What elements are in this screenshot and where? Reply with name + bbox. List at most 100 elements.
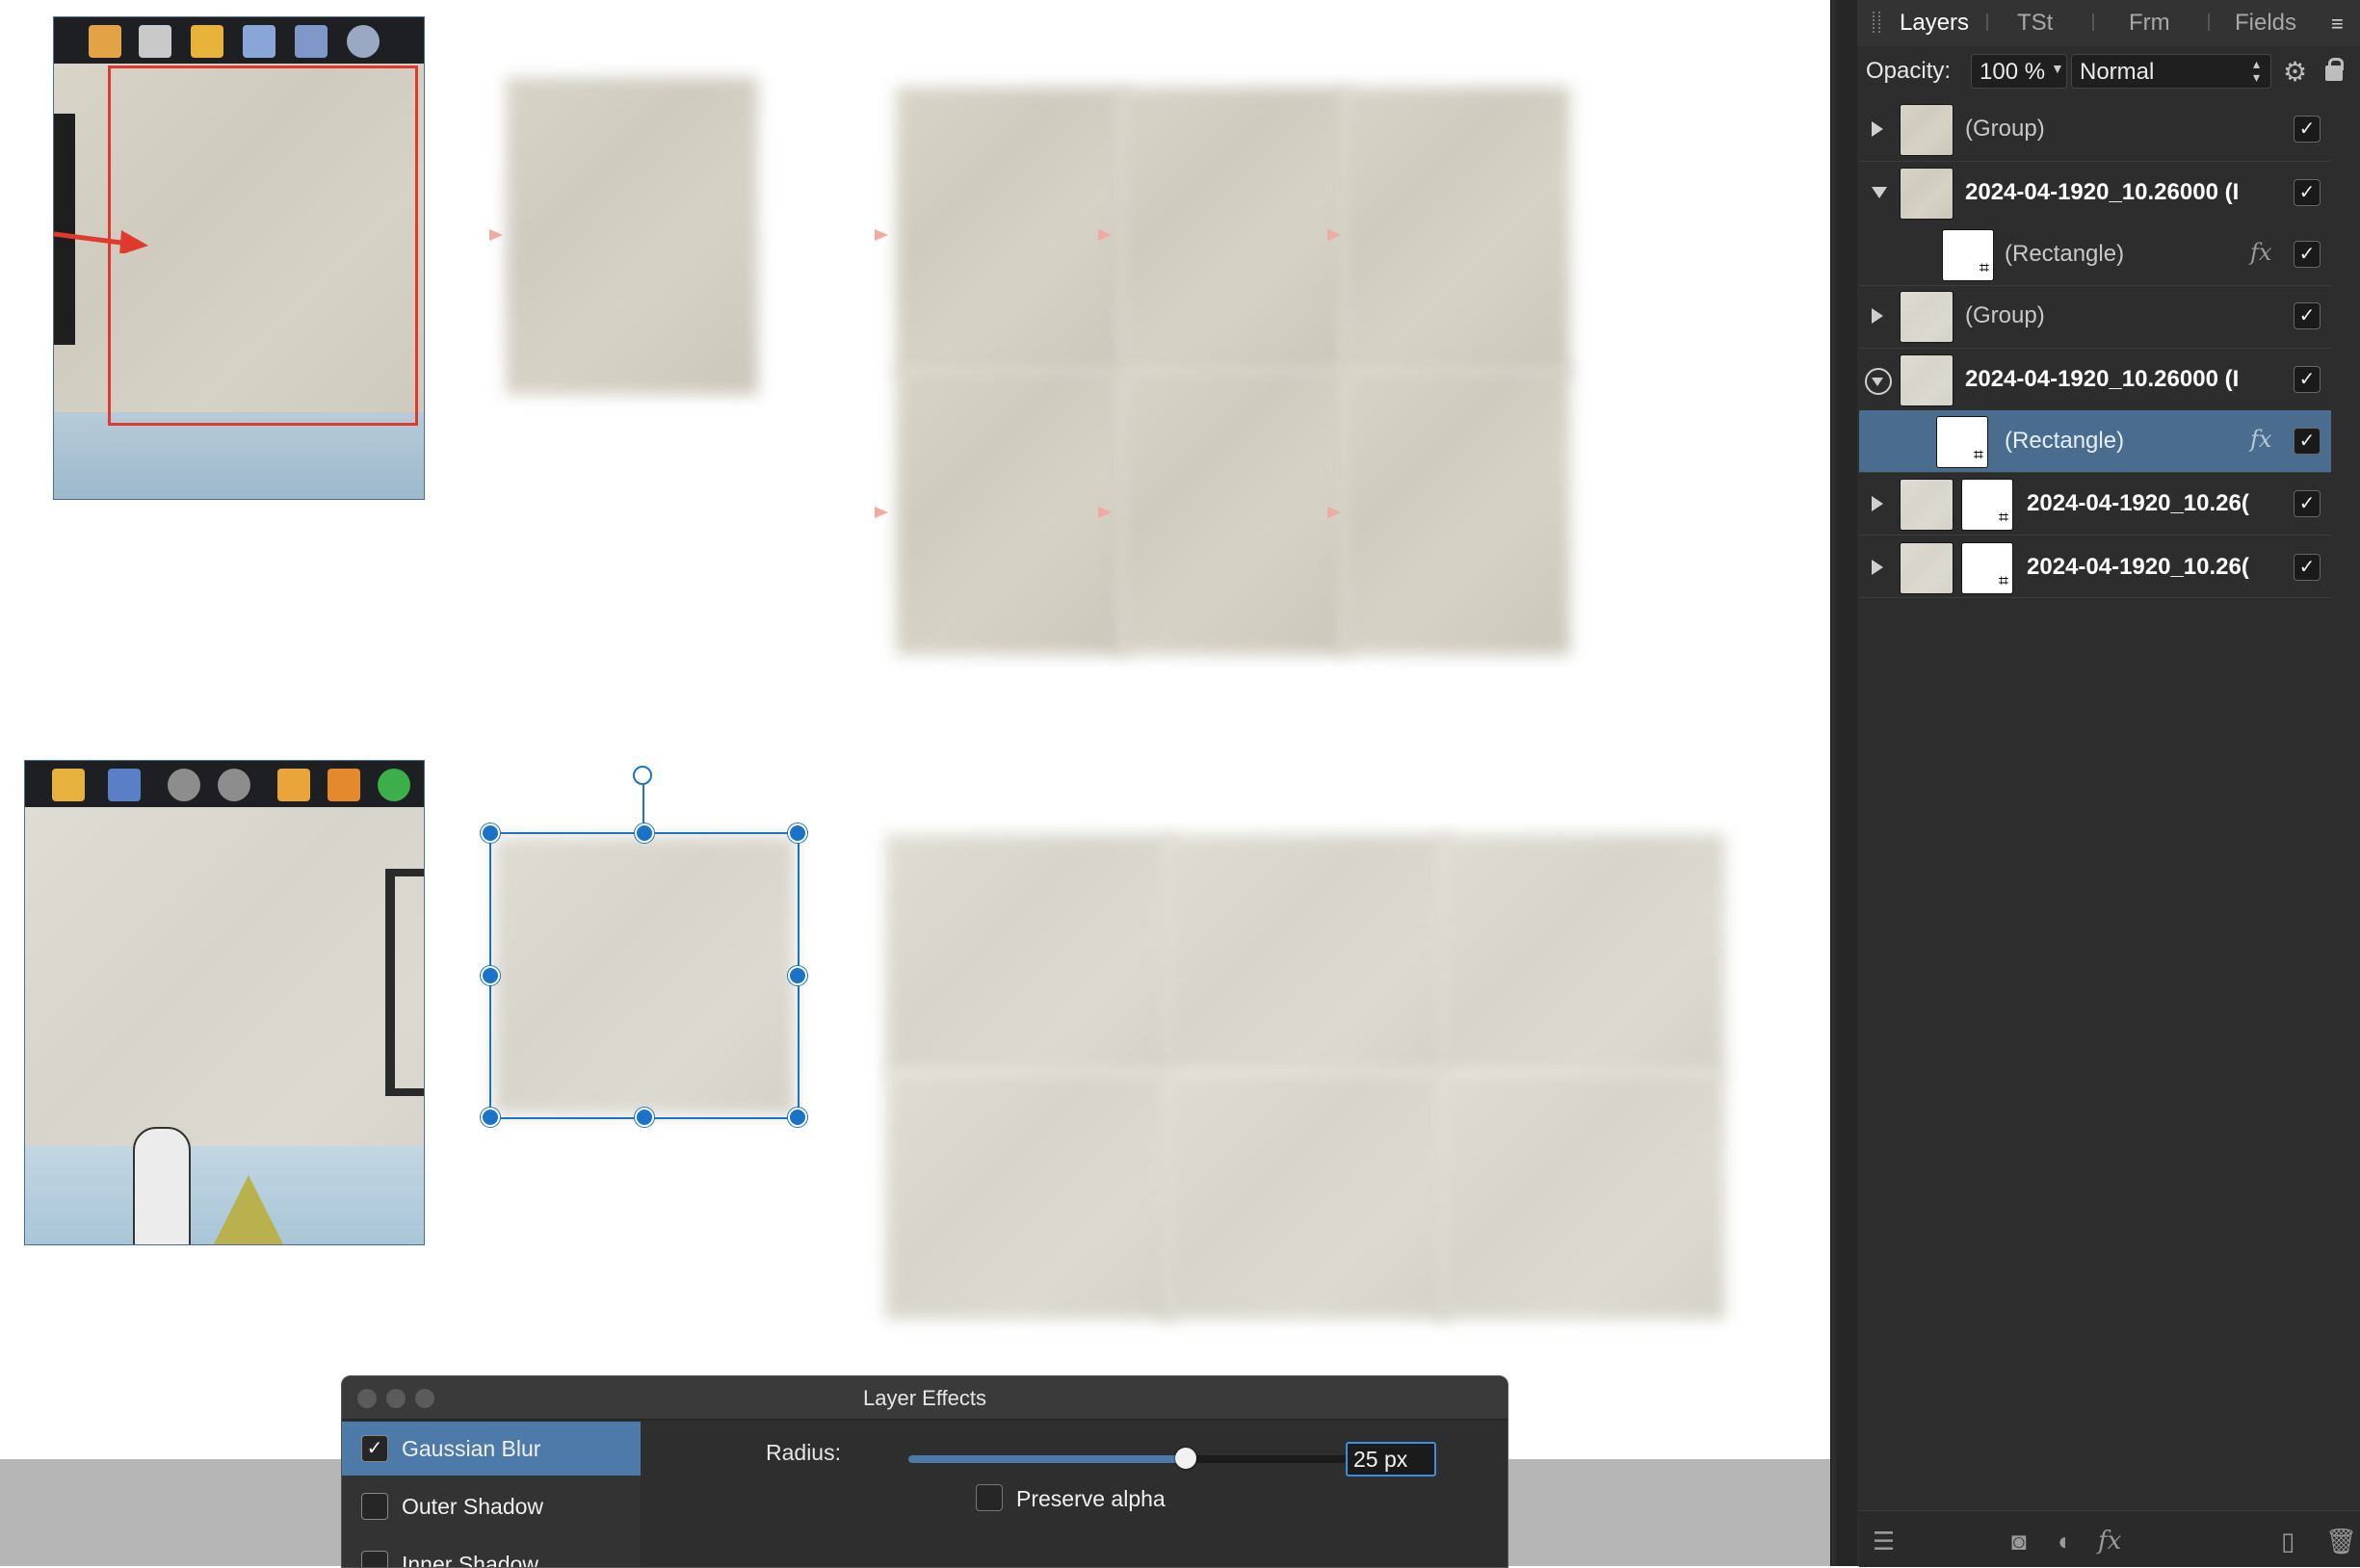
opacity-field[interactable]: 100 % ▼ bbox=[1971, 54, 2067, 89]
visibility-checkbox[interactable]: ✓ bbox=[2294, 179, 2321, 206]
tile-3 bbox=[1339, 87, 1570, 376]
trash-icon[interactable]: 🗑 bbox=[2325, 1527, 2357, 1556]
layer-name: 2024-04-1920_10.26( bbox=[2027, 554, 2249, 580]
layer-name: 2024-04-1920_10.26000 (I bbox=[1965, 179, 2240, 205]
resize-handle-bm[interactable] bbox=[635, 1108, 654, 1127]
effect-checkbox[interactable]: ✓ bbox=[361, 1435, 388, 1462]
effect-checkbox[interactable] bbox=[361, 1551, 388, 1567]
guide-marker bbox=[1098, 507, 1112, 518]
resize-handle-tl[interactable] bbox=[481, 823, 500, 843]
visibility-checkbox[interactable]: ✓ bbox=[2294, 428, 2321, 455]
layer-thumbnail bbox=[1900, 479, 1954, 531]
radius-input[interactable]: 25 px bbox=[1346, 1442, 1436, 1477]
mask-thumbnail: ⌗ bbox=[1961, 479, 2013, 531]
printer-icon bbox=[191, 25, 223, 58]
radius-label: Radius: bbox=[766, 1440, 841, 1465]
disclosure-triangle-icon[interactable] bbox=[1872, 560, 1883, 575]
visibility-checkbox[interactable]: ✓ bbox=[2294, 554, 2321, 581]
panel-grip[interactable] bbox=[1836, 0, 1857, 1566]
bottom-left-inset-image[interactable] bbox=[24, 760, 425, 1245]
visibility-checkbox[interactable]: ✓ bbox=[2294, 116, 2321, 143]
panel-menu-icon[interactable]: ≡ bbox=[2331, 12, 2344, 37]
resize-handle-ml[interactable] bbox=[481, 966, 500, 985]
rectangle-thumbnail: ⌗ bbox=[1936, 416, 1988, 468]
adjustment-icon[interactable]: ◐ bbox=[2058, 1527, 2073, 1556]
resize-handle-bl[interactable] bbox=[481, 1108, 500, 1127]
tab-tst[interactable]: TSt bbox=[2017, 10, 2053, 37]
tab-separator bbox=[2208, 13, 2210, 31]
tile-5 bbox=[1161, 1069, 1450, 1320]
lighthouse bbox=[133, 1127, 191, 1244]
disclosure-triangle-icon[interactable] bbox=[1872, 121, 1883, 137]
selection-bounding-box[interactable] bbox=[489, 832, 800, 1119]
crop-icon: ⌗ bbox=[1998, 508, 2008, 527]
visibility-checkbox[interactable]: ✓ bbox=[2294, 302, 2321, 329]
scanner-icon bbox=[243, 25, 275, 58]
preserve-alpha-checkbox[interactable] bbox=[976, 1484, 1003, 1511]
tab-frm[interactable]: Frm bbox=[2129, 10, 2170, 37]
opacity-value: 100 % bbox=[1980, 59, 2046, 85]
effect-item-inner-shadow[interactable]: Inner Shadow bbox=[342, 1537, 641, 1568]
visibility-checkbox[interactable]: ✓ bbox=[2294, 490, 2321, 517]
resize-handle-tm[interactable] bbox=[635, 823, 654, 843]
disclosure-triangle-icon[interactable] bbox=[1872, 187, 1887, 198]
tiled-grid-top[interactable] bbox=[886, 77, 1599, 674]
crop-icon bbox=[277, 769, 310, 801]
radius-slider[interactable] bbox=[908, 1448, 1371, 1469]
layers-panel-footer: ☰ ◙ ◐ fx ▯ 🗑 bbox=[1859, 1510, 2360, 1567]
top-left-inset-image[interactable] bbox=[53, 16, 425, 500]
disclosure-triangle-icon[interactable] bbox=[1872, 308, 1883, 324]
tree bbox=[214, 1175, 283, 1244]
mask-icon[interactable]: ◙ bbox=[2011, 1527, 2027, 1556]
effect-checkbox[interactable] bbox=[361, 1493, 388, 1520]
rectangle-thumbnail: ⌗ bbox=[1942, 229, 1994, 281]
resize-handle-tr[interactable] bbox=[788, 823, 807, 843]
opacity-label: Opacity: bbox=[1866, 58, 1952, 84]
blend-mode-value: Normal bbox=[2080, 59, 2155, 85]
visibility-checkbox[interactable]: ✓ bbox=[2294, 366, 2321, 393]
new-layer-icon[interactable]: ▯ bbox=[2281, 1527, 2294, 1556]
dialog-title: Layer Effects bbox=[863, 1386, 986, 1410]
preserve-alpha-label: Preserve alpha bbox=[1016, 1486, 1166, 1511]
effect-item-gaussian-blur[interactable]: ✓ Gaussian Blur bbox=[342, 1422, 641, 1476]
fx-layer-icon[interactable]: fx bbox=[2098, 1527, 2121, 1555]
fx-icon[interactable]: fx bbox=[2250, 426, 2271, 453]
tile-5 bbox=[1117, 366, 1349, 655]
resize-icon bbox=[328, 769, 360, 801]
blurred-tile-top[interactable] bbox=[506, 77, 758, 395]
panel-tab-bar: Layers TSt Frm Fields ≡ bbox=[1857, 0, 2360, 46]
guide-marker bbox=[1098, 229, 1112, 241]
layers-stack-icon[interactable]: ☰ bbox=[1873, 1527, 1895, 1556]
tiled-grid-bottom[interactable] bbox=[872, 819, 1758, 1339]
effects-list: ✓ Gaussian Blur Outer Shadow Inner Shado… bbox=[342, 1422, 641, 1567]
guide-marker bbox=[1327, 507, 1341, 518]
dialog-title-bar[interactable]: Layer Effects bbox=[342, 1376, 1508, 1420]
crop-icon: ⌗ bbox=[1998, 571, 2008, 590]
visibility-checkbox[interactable]: ✓ bbox=[2294, 241, 2321, 268]
resize-handle-br[interactable] bbox=[788, 1108, 807, 1127]
radius-value: 25 px bbox=[1353, 1447, 1408, 1472]
radius-slider-knob[interactable] bbox=[1175, 1448, 1196, 1469]
tab-fields[interactable]: Fields bbox=[2235, 10, 2296, 37]
inset-toolbar bbox=[25, 761, 424, 807]
redo-icon bbox=[218, 769, 250, 801]
fx-icon[interactable]: fx bbox=[2250, 239, 2271, 266]
tab-separator bbox=[2092, 13, 2094, 31]
photo-icon bbox=[89, 25, 121, 58]
effect-label: Inner Shadow bbox=[402, 1552, 538, 1568]
chevron-down-icon bbox=[1872, 378, 1883, 386]
layer-thumbnail bbox=[1900, 542, 1954, 594]
disclosure-triangle-icon[interactable] bbox=[1872, 496, 1883, 511]
layer-thumbnail bbox=[1900, 291, 1954, 343]
tile-1 bbox=[896, 87, 1127, 376]
gear-icon[interactable]: ⚙ bbox=[2283, 56, 2307, 88]
blend-mode-select[interactable]: Normal ▴ ▾ bbox=[2071, 54, 2271, 89]
row-divider bbox=[1859, 597, 2331, 598]
resize-handle-mr[interactable] bbox=[788, 966, 807, 985]
guide-marker bbox=[1327, 229, 1341, 241]
tab-layers[interactable]: Layers bbox=[1900, 10, 1969, 37]
inset-toolbar bbox=[54, 17, 424, 64]
guide-marker bbox=[875, 229, 888, 241]
effect-item-outer-shadow[interactable]: Outer Shadow bbox=[342, 1479, 641, 1533]
rotation-handle[interactable] bbox=[633, 766, 652, 785]
